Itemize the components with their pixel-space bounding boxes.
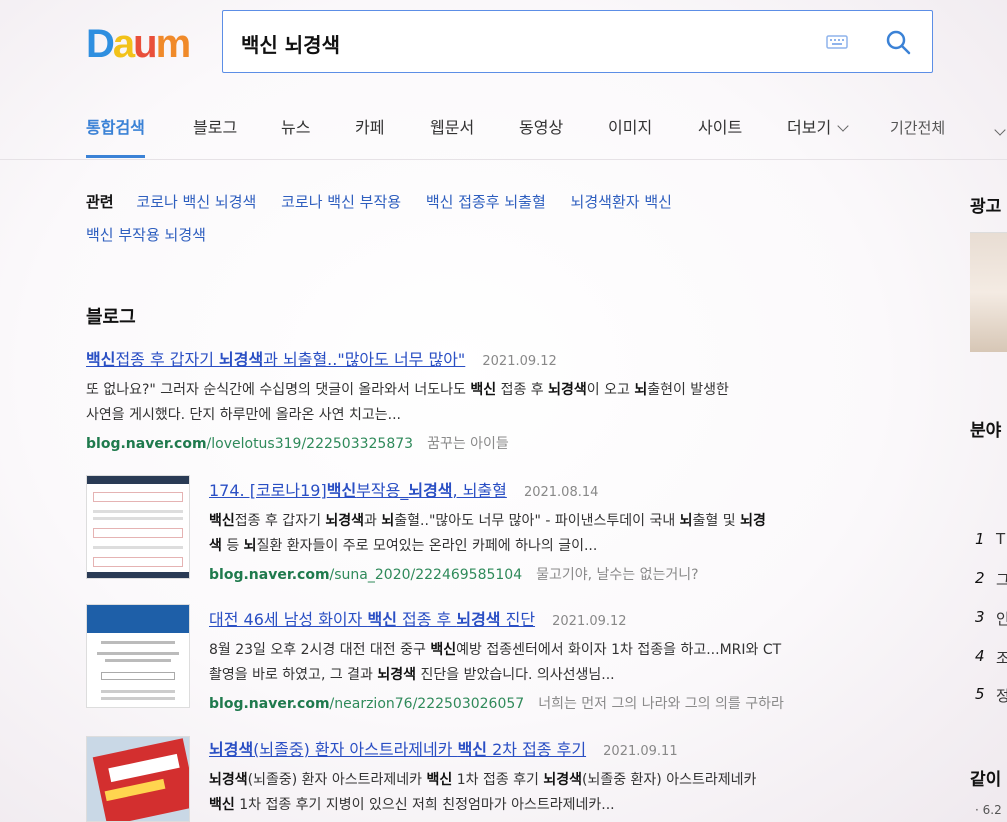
result-date: 2021.09.12 xyxy=(482,354,557,369)
logo-letter-u: u xyxy=(133,22,157,66)
result-thumbnail[interactable] xyxy=(86,475,190,579)
related-link[interactable]: 백신 부작용 뇌경색 xyxy=(86,226,206,244)
result-date: 2021.09.12 xyxy=(552,614,627,629)
related-link[interactable]: 코로나 백신 부작용 xyxy=(281,193,401,211)
logo-letter-d: D xyxy=(86,22,115,66)
ad-image[interactable] xyxy=(970,232,1007,352)
rank-number: 4 xyxy=(975,647,985,665)
keyboard-icon[interactable] xyxy=(826,33,848,51)
related-title: 관련 xyxy=(86,193,114,211)
search-results-page: D a u m 통합검색 블로그 뉴스 카페 웹문서 동영상 이미지 사이트 더… xyxy=(0,0,1007,822)
result-title-link[interactable]: 174. [코로나19]백신부작용_뇌경색, 뇌출혈 xyxy=(209,481,507,500)
tab-video[interactable]: 동영상 xyxy=(519,118,563,158)
tab-web-docs[interactable]: 웹문서 xyxy=(430,118,474,158)
result-item: 대전 46세 남성 화이자 백신 접종 후 뇌경색 진단 2021.09.12 … xyxy=(209,606,909,713)
rank-item[interactable]: 그 xyxy=(996,569,1007,590)
rank-number: 1 xyxy=(975,530,985,548)
result-source[interactable]: blog.naver.com/nearzion76/222503026057 너희… xyxy=(209,693,909,713)
result-snippet: 뇌경색(뇌졸중) 환자 아스트라제네카 백신 1차 접종 후기 뇌경색(뇌졸중 … xyxy=(209,772,757,813)
related-link[interactable]: 백신 접종후 뇌출혈 xyxy=(426,193,546,211)
result-date: 2021.09.11 xyxy=(603,744,678,759)
search-box xyxy=(222,10,933,73)
tab-news[interactable]: 뉴스 xyxy=(281,118,310,158)
tab-integrated[interactable]: 통합검색 xyxy=(86,118,145,158)
period-chevron-icon[interactable] xyxy=(994,122,1006,141)
rank-item[interactable]: T xyxy=(996,530,1005,548)
rank-number: 3 xyxy=(975,608,985,626)
blog-name: 물고기야, 날수는 없는거니? xyxy=(536,567,699,583)
related-section-label: 같이 xyxy=(970,770,1002,790)
result-item: 뇌경색(뇌졸중) 환자 아스트라제네카 백신 2차 접종 후기 2021.09.… xyxy=(209,736,909,818)
blog-name: 꿈꾸는 아이들 xyxy=(427,436,509,452)
section-title-blog: 블로그 xyxy=(86,307,136,328)
ad-label: 광고 xyxy=(970,197,1002,217)
result-title-link[interactable]: 뇌경색(뇌졸중) 환자 아스트라제네카 백신 2차 접종 후기 xyxy=(209,740,586,759)
chevron-down-icon xyxy=(837,120,849,132)
search-tabs: 통합검색 블로그 뉴스 카페 웹문서 동영상 이미지 사이트 더보기 기간전체 xyxy=(0,108,1007,160)
result-source[interactable]: blog.naver.com/suna_2020/222469585104 물고기… xyxy=(209,564,909,584)
result-snippet: 8월 23일 오후 2시경 대전 대전 중구 백신예방 접종센터에서 화이자 1… xyxy=(209,642,782,683)
rank-item[interactable]: 정 xyxy=(996,685,1007,706)
logo-letter-m: m xyxy=(155,22,192,66)
blog-name: 너희는 먼저 그의 나라와 그의 의를 구하라 xyxy=(538,696,784,712)
logo-letter-a: a xyxy=(112,22,135,66)
tab-sites[interactable]: 사이트 xyxy=(698,118,742,158)
result-source[interactable]: blog.naver.com/lovelotus319/222503325873… xyxy=(86,433,906,453)
related-searches: 관련 코로나 백신 뇌경색 코로나 백신 부작용 백신 접종후 뇌출혈 뇌경색환… xyxy=(86,186,946,252)
result-snippet: 백신접종 후 갑자기 뇌경색과 뇌출혈.."많아도 너무 많아" - 파이낸스투… xyxy=(209,513,766,554)
tab-more-label: 더보기 xyxy=(787,118,832,137)
field-label: 분야 xyxy=(970,421,1002,441)
result-item: 174. [코로나19]백신부작용_뇌경색, 뇌출혈 2021.08.14 백신… xyxy=(209,477,909,584)
result-thumbnail[interactable] xyxy=(86,604,190,708)
rank-number: 2 xyxy=(975,569,985,587)
related-link[interactable]: 뇌경색환자 백신 xyxy=(571,193,672,211)
result-snippet: 또 없나요?" 그러자 순식간에 수십명의 댓글이 올라와서 너도나도 백신 접… xyxy=(86,382,729,423)
tab-cafe[interactable]: 카페 xyxy=(355,118,384,158)
result-title-link[interactable]: 대전 46세 남성 화이자 백신 접종 후 뇌경색 진단 xyxy=(209,610,535,629)
result-item: 백신접종 후 갑자기 뇌경색과 뇌출혈.."많아도 너무 많아" 2021.09… xyxy=(86,346,906,453)
tab-more[interactable]: 더보기 xyxy=(787,118,849,158)
side-small-text: · 6.2 xyxy=(975,803,1002,817)
result-title-link[interactable]: 백신접종 후 갑자기 뇌경색과 뇌출혈.."많아도 너무 많아" xyxy=(86,350,465,369)
rank-item[interactable]: 인 xyxy=(996,608,1007,629)
result-thumbnail[interactable] xyxy=(86,736,190,822)
related-link[interactable]: 코로나 백신 뇌경색 xyxy=(136,193,256,211)
result-date: 2021.08.14 xyxy=(523,485,599,500)
rank-item[interactable]: 조 xyxy=(996,647,1007,668)
tab-blog[interactable]: 블로그 xyxy=(193,118,237,158)
search-input[interactable] xyxy=(241,28,801,58)
rank-number: 5 xyxy=(975,685,985,703)
search-icon[interactable] xyxy=(885,29,911,55)
daum-logo[interactable]: D a u m xyxy=(86,22,192,66)
tab-images[interactable]: 이미지 xyxy=(608,118,652,158)
period-filter[interactable]: 기간전체 xyxy=(890,118,945,158)
